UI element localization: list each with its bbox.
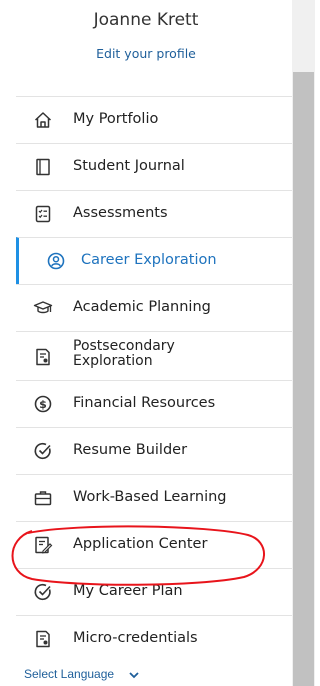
person-circle-icon [46, 251, 66, 271]
chevron-down-icon [129, 668, 140, 682]
application-form-icon [33, 535, 53, 555]
nav-label: Academic Planning [73, 299, 211, 315]
svg-text:$: $ [39, 398, 47, 411]
graduation-cap-icon [33, 298, 53, 318]
journal-icon [33, 157, 53, 177]
nav-item-work-based-learning[interactable]: Work-Based Learning [16, 474, 292, 521]
nav-item-resume-builder[interactable]: Resume Builder [16, 427, 292, 474]
nav-item-postsecondary-exploration[interactable]: Postsecondary Exploration [16, 331, 292, 380]
nav-label: Assessments [73, 205, 168, 221]
document-pin-icon [33, 347, 53, 367]
sidebar-screenshot: Joanne Krett Edit your profile My Portfo… [0, 0, 315, 686]
nav-label: Micro-credentials [73, 630, 198, 646]
document-pin-icon [33, 629, 53, 649]
edit-profile-link[interactable]: Edit your profile [0, 46, 292, 61]
profile-name: Joanne Krett [93, 10, 199, 30]
nav-item-my-career-plan[interactable]: My Career Plan [16, 568, 292, 615]
checklist-icon [33, 204, 53, 224]
nav-item-academic-planning[interactable]: Academic Planning [16, 284, 292, 331]
language-select-label: Select Language [24, 667, 115, 681]
nav-label-line2: Exploration [73, 353, 153, 369]
nav-item-micro-credentials[interactable]: Micro-credentials [16, 615, 292, 662]
dollar-circle-icon: $ [33, 394, 53, 414]
nav-label: Postsecondary Exploration [73, 339, 273, 369]
nav-label: Resume Builder [73, 442, 188, 458]
nav-label: My Portfolio [73, 111, 159, 127]
nav-label: My Career Plan [73, 583, 183, 599]
nav-item-my-portfolio[interactable]: My Portfolio [16, 96, 292, 143]
nav-label-line1: Postsecondary [73, 338, 175, 354]
scrollbar-thumb[interactable] [293, 72, 314, 686]
sidebar-panel: Joanne Krett Edit your profile My Portfo… [0, 0, 292, 686]
nav-item-career-exploration[interactable]: Career Exploration [16, 237, 292, 284]
nav-label: Career Exploration [81, 252, 217, 268]
nav-item-application-center[interactable]: Application Center [16, 521, 292, 568]
check-circle-icon [33, 582, 53, 602]
profile-header: Joanne Krett Edit your profile [0, 0, 292, 90]
nav-label: Financial Resources [73, 395, 216, 411]
nav-label: Work-Based Learning [73, 489, 227, 505]
nav-label: Application Center [73, 536, 208, 552]
vertical-scrollbar[interactable] [292, 0, 315, 686]
language-select[interactable]: Select Language [24, 667, 142, 684]
nav-item-assessments[interactable]: Assessments [16, 190, 292, 237]
home-icon [33, 110, 53, 130]
nav-item-financial-resources[interactable]: $ Financial Resources [16, 380, 292, 427]
nav-label: Student Journal [73, 158, 185, 174]
check-circle-icon [33, 441, 53, 461]
nav-item-student-journal[interactable]: Student Journal [16, 143, 292, 190]
briefcase-icon [33, 488, 53, 508]
